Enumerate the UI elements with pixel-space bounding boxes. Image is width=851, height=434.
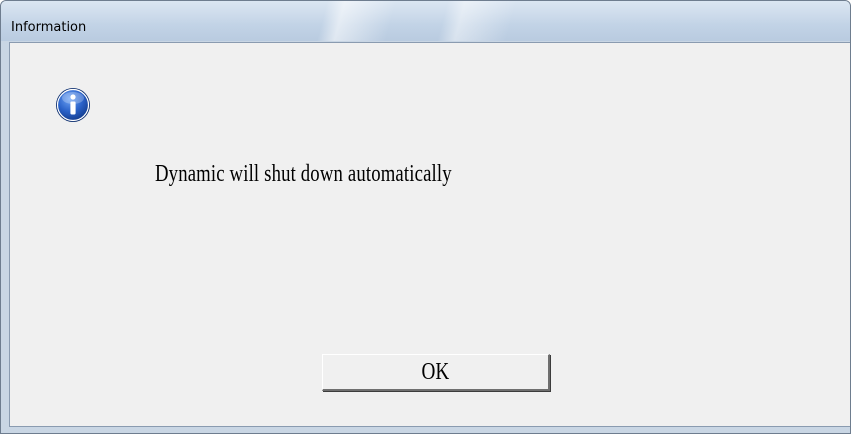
window-title: Information	[11, 20, 87, 35]
ok-button[interactable]: OK	[322, 354, 550, 391]
information-dialog-window: Information Dynamic will shut down autom…	[0, 0, 851, 434]
information-icon	[56, 88, 90, 122]
dialog-message: Dynamic will shut down automatically	[155, 161, 452, 187]
dialog-client-area: Dynamic will shut down automatically OK	[9, 42, 850, 427]
ok-button-label: OK	[421, 358, 450, 385]
title-bar[interactable]: Information	[1, 1, 850, 41]
